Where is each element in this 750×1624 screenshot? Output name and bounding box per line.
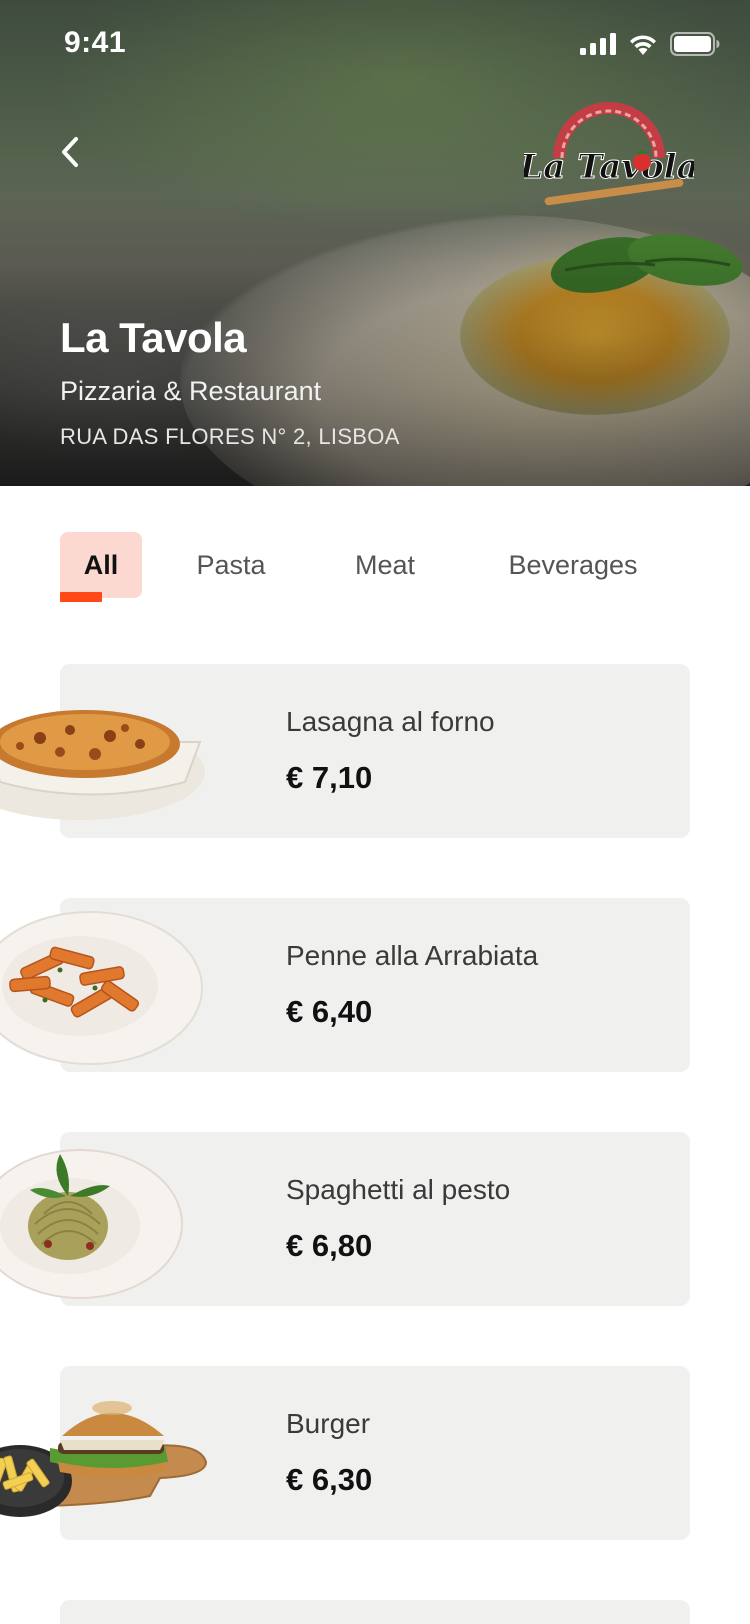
lasagna-image — [0, 710, 205, 820]
hero-header: 9:41 La Tavola La Tavola Pizzaria & Rest… — [0, 0, 750, 486]
status-icons — [580, 32, 720, 56]
tab-pasta[interactable]: Pasta — [186, 532, 276, 598]
item-name: Burger — [286, 1408, 371, 1439]
burger-image — [0, 1401, 208, 1517]
tab-all[interactable]: All — [60, 532, 142, 598]
status-time: 9:41 — [64, 26, 127, 59]
hero-overlay — [0, 0, 750, 486]
restaurant-subtitle: Pizzaria & Restaurant — [60, 376, 322, 406]
active-tab-indicator — [60, 592, 102, 602]
tab-beverages[interactable]: Beverages — [496, 532, 650, 598]
restaurant-name: La Tavola — [60, 314, 247, 361]
item-price: € 6,30 — [286, 1462, 373, 1497]
wifi-icon — [630, 35, 656, 55]
pizza-image — [0, 1604, 210, 1624]
category-tabs: All Pasta Meat Beverages — [0, 532, 750, 602]
item-name: Lasagna al forno — [286, 706, 495, 737]
battery-icon — [670, 32, 720, 56]
restaurant-address: RUA DAS FLORES N° 2, LISBOA — [60, 424, 400, 449]
cellular-signal-icon — [580, 33, 616, 55]
restaurant-logo: La Tavola — [524, 102, 694, 206]
chevron-left-icon — [62, 137, 78, 167]
item-name: Spaghetti al pesto — [286, 1174, 511, 1205]
svg-text:La Tavola: La Tavola — [524, 147, 694, 187]
item-price: € 6,80 — [286, 1228, 373, 1263]
tab-meat[interactable]: Meat — [344, 532, 426, 598]
spaghetti-image — [0, 1149, 183, 1299]
item-price: € 6,40 — [286, 994, 373, 1029]
item-price: € 7,10 — [286, 760, 373, 795]
back-button[interactable] — [50, 128, 90, 176]
item-name: Penne alla Arrabiata — [286, 940, 539, 971]
penne-image — [0, 911, 203, 1065]
